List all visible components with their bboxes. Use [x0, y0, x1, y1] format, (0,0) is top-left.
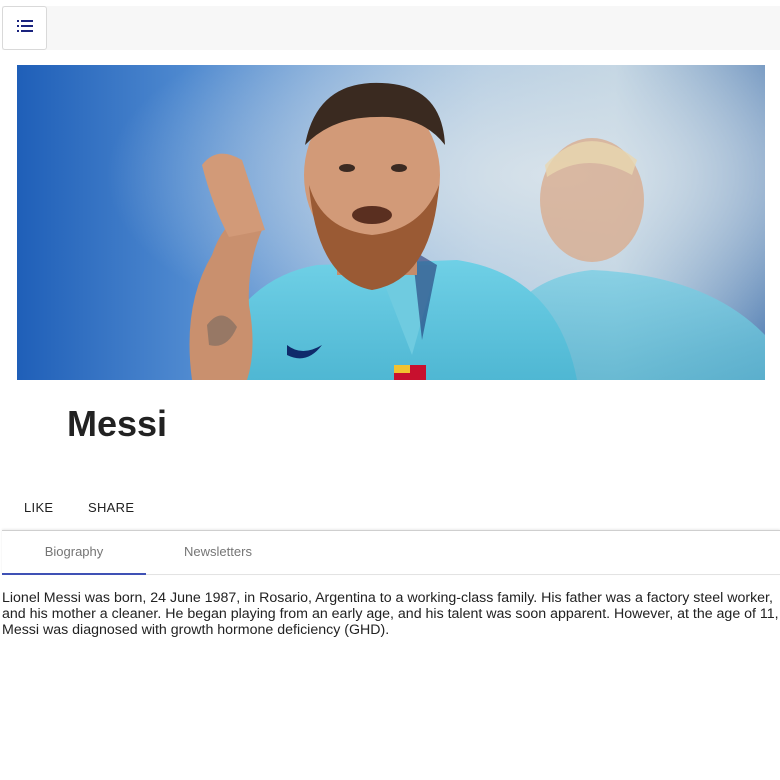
- list-icon: [16, 19, 33, 37]
- hero-image: [17, 65, 765, 380]
- profile-card: Messi LIKE SHARE Biography Newsletters L…: [2, 50, 780, 652]
- top-bar: [2, 6, 780, 50]
- menu-button[interactable]: [2, 6, 47, 50]
- biography-text: Lionel Messi was born, 24 June 1987, in …: [2, 590, 779, 638]
- tab-bar: Biography Newsletters: [2, 530, 780, 575]
- tab-newsletters[interactable]: Newsletters: [146, 531, 290, 575]
- page-title: Messi: [67, 403, 168, 444]
- tab-biography[interactable]: Biography: [2, 531, 146, 575]
- share-button[interactable]: SHARE: [88, 490, 134, 526]
- like-button[interactable]: LIKE: [24, 490, 53, 526]
